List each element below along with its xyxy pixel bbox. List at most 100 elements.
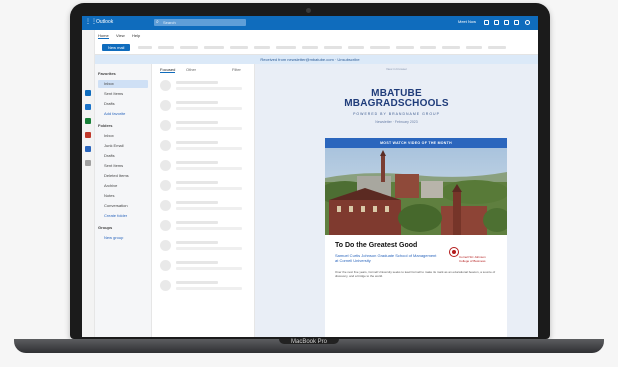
folder-item-junk[interactable]: Junk Email [98, 142, 124, 150]
folder-item-deleted[interactable]: Deleted Items [98, 172, 129, 180]
message-list: Focused Other Filter [152, 64, 255, 337]
device-label: MacBook Pro [290, 339, 327, 345]
campus-image [325, 148, 507, 235]
gear-icon[interactable] [504, 20, 509, 25]
avatar [160, 160, 171, 171]
view-in-browser-link[interactable]: View in browser [255, 67, 538, 71]
avatar [160, 260, 171, 271]
folder-item-sent-2[interactable]: Sent Items [98, 162, 123, 170]
more-button[interactable] [488, 46, 506, 49]
logo-text-2: MBAGRADSCHOOLS [344, 98, 449, 109]
folder-item-drafts-2[interactable]: Drafts [98, 152, 115, 160]
apps-icon[interactable] [85, 160, 91, 166]
message-row[interactable] [160, 138, 250, 154]
tab-focused[interactable]: Focused [160, 67, 176, 73]
folder-section-folders[interactable]: Folders [98, 122, 112, 130]
avatar[interactable] [525, 20, 530, 25]
folder-section-groups[interactable]: Groups [98, 224, 112, 232]
message-row[interactable] [160, 158, 250, 174]
powered-by: POWERED BY BRANDNAME GROUP [353, 112, 440, 116]
avatar [160, 280, 171, 291]
read-unread-button[interactable] [276, 46, 296, 49]
message-row[interactable] [160, 178, 250, 194]
reply-all-button[interactable] [230, 46, 248, 49]
categorize-button[interactable] [370, 46, 390, 49]
message-row[interactable] [160, 238, 250, 254]
message-preview-placeholder [176, 107, 242, 110]
app-launcher-icon[interactable]: ⋮⋮ [85, 19, 97, 26]
tab-view[interactable]: View [116, 33, 125, 38]
sweep-button[interactable] [420, 46, 436, 49]
delete-button[interactable] [138, 46, 152, 49]
avatar [160, 80, 171, 91]
message-row[interactable] [160, 78, 250, 94]
folder-item-archive[interactable]: Archive [98, 182, 117, 190]
archive-button[interactable] [158, 46, 174, 49]
folder-item-drafts[interactable]: Drafts [98, 100, 115, 108]
filter-button[interactable]: Filter [232, 67, 241, 72]
folder-item-notes[interactable]: Notes [98, 192, 114, 200]
folder-item-inbox-2[interactable]: Inbox [98, 132, 114, 140]
new-mail-label: New mail [108, 45, 125, 50]
camera-icon [306, 8, 311, 13]
message-preview-placeholder [176, 127, 242, 130]
report-button[interactable] [442, 46, 460, 49]
message-row[interactable] [160, 258, 250, 274]
move-button[interactable] [180, 46, 198, 49]
message-preview-placeholder [176, 267, 242, 270]
forward-button[interactable] [254, 46, 270, 49]
reply-button[interactable] [204, 46, 224, 49]
feature-card: MOST WATCH VIDEO OF THE MONTH To Do the … [325, 138, 507, 337]
message-row[interactable] [160, 118, 250, 134]
new-mail-button[interactable]: New mail [102, 44, 130, 51]
avatar [160, 120, 171, 131]
message-row[interactable] [160, 198, 250, 214]
story-title[interactable]: To Do the Greatest Good [335, 242, 417, 249]
rules-button[interactable] [466, 46, 482, 49]
teams-icon[interactable] [484, 20, 489, 25]
avatar [160, 220, 171, 231]
story-subtitle[interactable]: Samuel Curtis Johnson Graduate School of… [335, 253, 440, 263]
pin-button[interactable] [324, 46, 342, 49]
ribbon-toolbar: New mail [82, 41, 538, 55]
new-group-link[interactable]: New group [98, 234, 123, 242]
people-icon[interactable] [85, 118, 91, 124]
folder-item-inbox[interactable]: Inbox [98, 80, 148, 88]
tab-home[interactable]: Home [98, 33, 109, 39]
search-box[interactable]: ⌕ Search [154, 19, 246, 26]
message-preview-placeholder [176, 207, 242, 210]
message-preview-placeholder [176, 147, 242, 150]
banner-text[interactable]: Received from newsletter@mbatube.com · U… [82, 57, 538, 62]
app-rail [82, 30, 95, 337]
add-favorite-link[interactable]: Add favorite [98, 110, 125, 118]
campus-photo[interactable] [325, 148, 507, 235]
calendar-app-icon[interactable] [85, 104, 91, 110]
tasks-icon[interactable] [85, 132, 91, 138]
message-row[interactable] [160, 98, 250, 114]
message-sender-placeholder [176, 221, 218, 224]
avatar [160, 100, 171, 111]
calendar-icon[interactable] [494, 20, 499, 25]
message-sender-placeholder [176, 261, 218, 264]
tab-help[interactable]: Help [132, 33, 140, 38]
create-folder-link[interactable]: Create folder [98, 212, 127, 220]
message-row[interactable] [160, 218, 250, 234]
folder-section-favorites[interactable]: Favorites [98, 70, 116, 78]
laptop-base: MacBook Pro [14, 339, 604, 353]
tab-other[interactable]: Other [186, 67, 196, 72]
avatar [160, 200, 171, 211]
undo-button[interactable] [396, 46, 414, 49]
meet-now-button[interactable]: Meet Now [458, 19, 476, 24]
message-sender-placeholder [176, 241, 218, 244]
help-icon[interactable] [514, 20, 519, 25]
cornell-seal-icon [449, 247, 459, 257]
avatar [160, 140, 171, 151]
onedrive-icon[interactable] [85, 146, 91, 152]
folder-item-sent[interactable]: Sent Items [98, 90, 123, 98]
message-sender-placeholder [176, 101, 218, 104]
snooze-button[interactable] [348, 46, 364, 49]
message-row[interactable] [160, 278, 250, 294]
mail-icon[interactable] [85, 90, 91, 96]
flag-button[interactable] [302, 46, 318, 49]
folder-item-conversation[interactable]: Conversation [98, 202, 128, 210]
